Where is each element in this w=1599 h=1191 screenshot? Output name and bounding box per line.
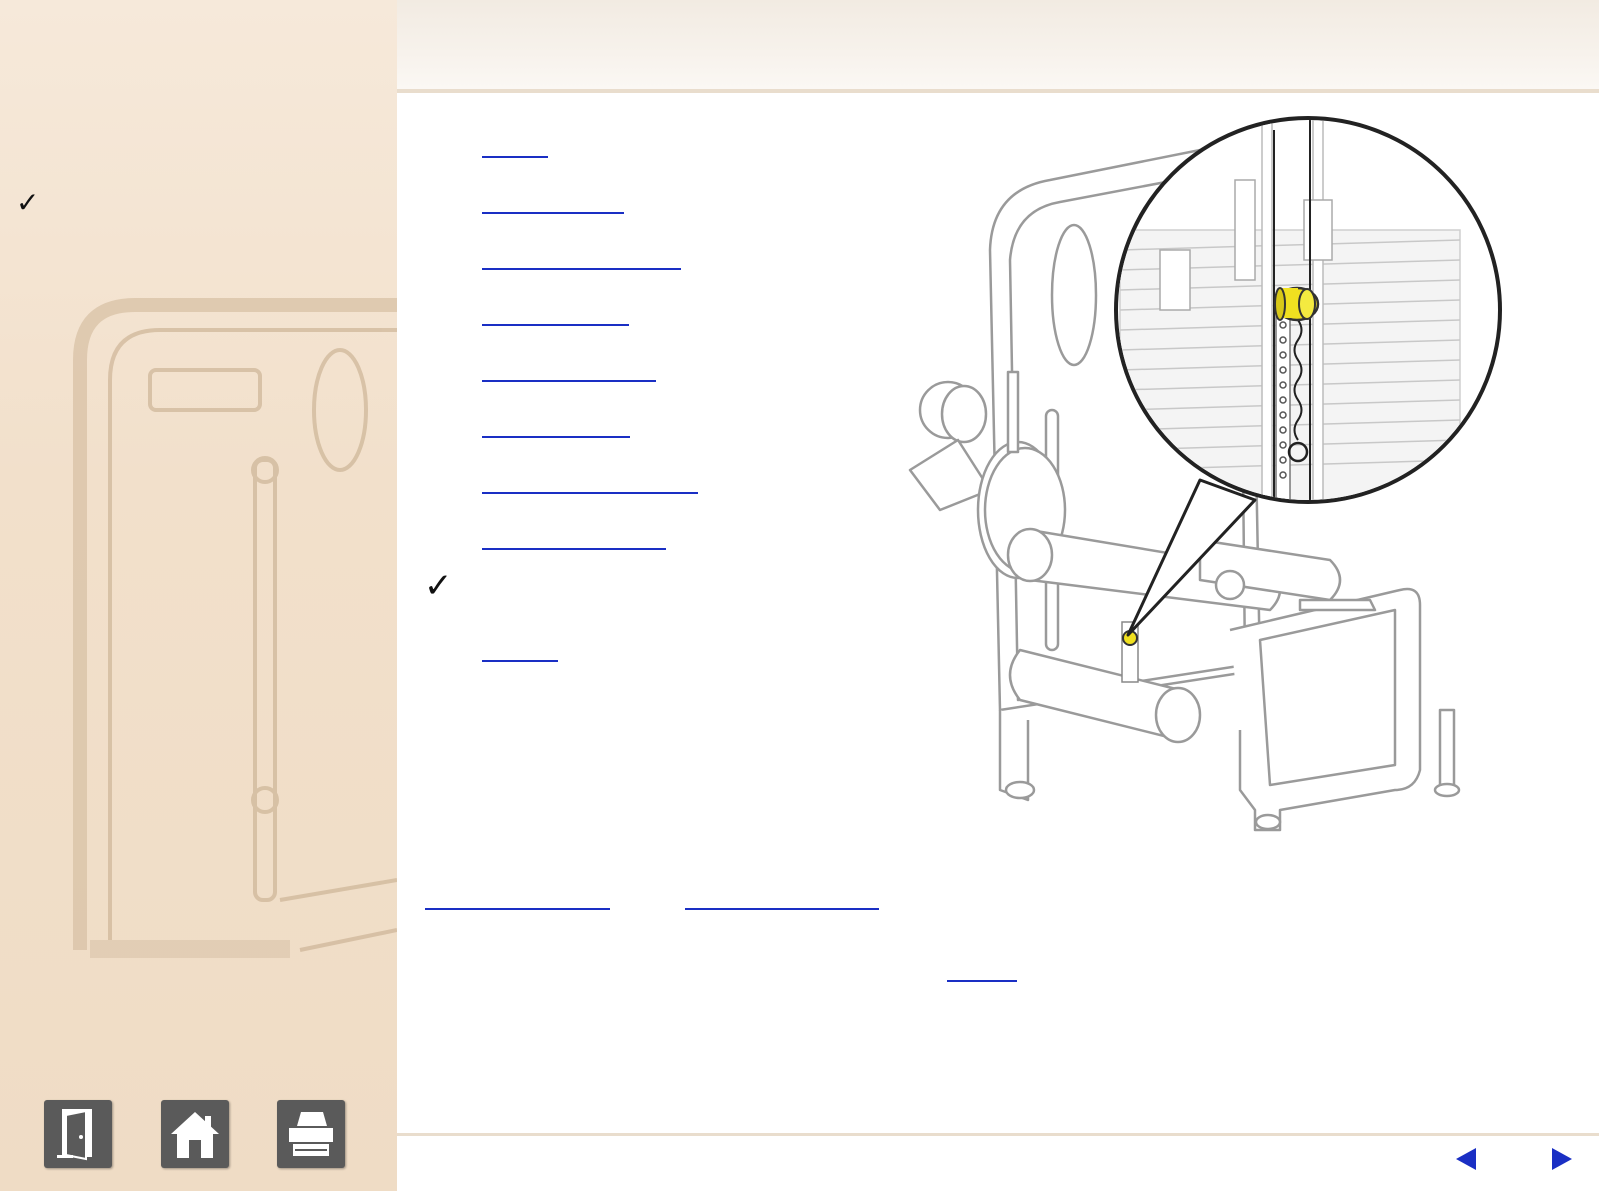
toc-link-1[interactable] [482, 132, 548, 158]
bottom-link-2[interactable] [685, 888, 879, 910]
toc-link-5[interactable] [482, 356, 656, 382]
home-icon [171, 1112, 219, 1158]
print-button[interactable] [277, 1100, 345, 1168]
toc-link-8[interactable] [482, 524, 666, 550]
main-check-mark: ✓ [424, 566, 453, 606]
arrow-left-icon [1456, 1148, 1476, 1170]
leg-curl-machine-illustration [908, 116, 1502, 832]
footer-bar [397, 1136, 1599, 1191]
exit-door-icon [57, 1109, 92, 1161]
center-link[interactable] [947, 960, 1017, 982]
toc-link-7[interactable] [482, 468, 698, 494]
bottom-link-1[interactable] [425, 888, 610, 910]
toc-link-9[interactable] [482, 636, 558, 662]
header-bar [397, 0, 1599, 89]
home-button[interactable] [161, 1100, 229, 1168]
previous-page-button[interactable] [1452, 1145, 1480, 1173]
sidebar-check-mark: ✓ [16, 186, 40, 219]
next-page-button[interactable] [1548, 1145, 1576, 1173]
toc-link-6[interactable] [482, 412, 630, 438]
arrow-right-icon [1552, 1148, 1572, 1170]
sidebar-machine-photo [73, 298, 397, 958]
toc-link-4[interactable] [482, 300, 629, 326]
header-divider [397, 89, 1599, 93]
toc-link-3[interactable] [482, 244, 681, 270]
printer-icon [289, 1112, 333, 1156]
exit-button[interactable] [44, 1100, 112, 1168]
toc-link-2[interactable] [482, 188, 624, 214]
sidebar: ✓ [0, 0, 397, 1191]
